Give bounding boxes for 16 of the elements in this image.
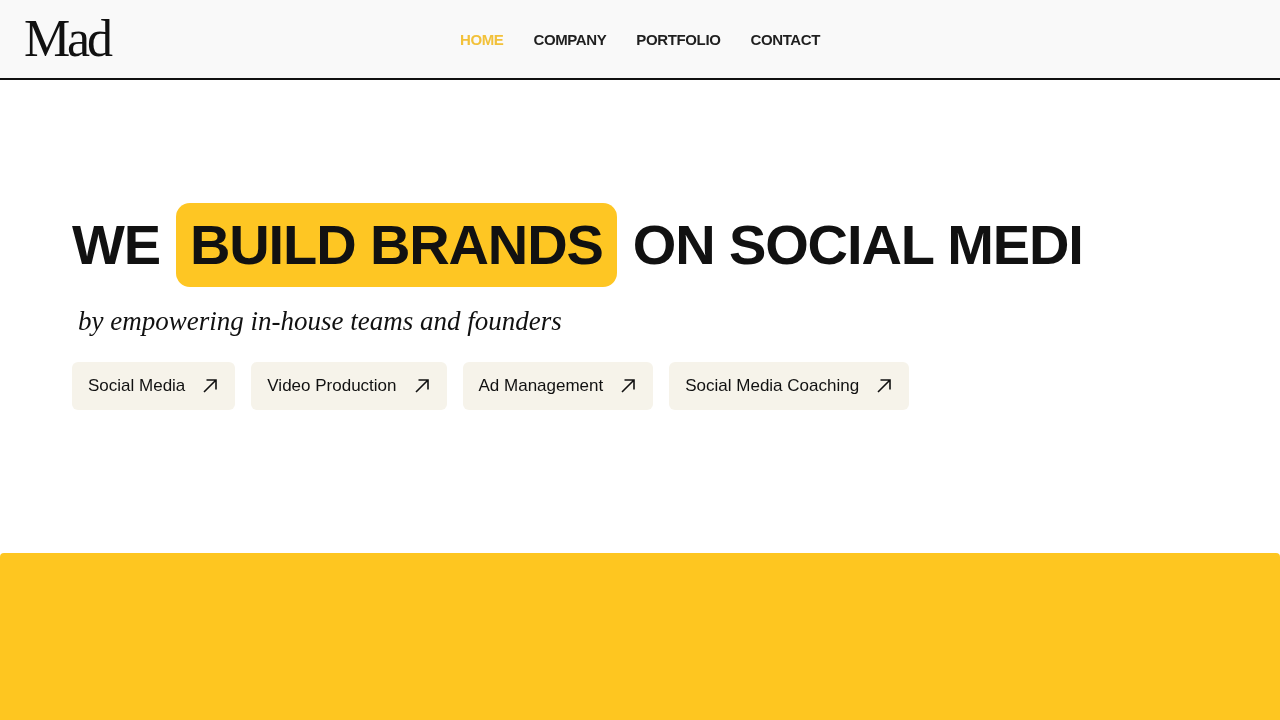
arrow-up-right-icon <box>877 379 892 393</box>
headline-highlight: BUILD BRANDS <box>175 203 617 287</box>
service-button[interactable]: Video Production <box>251 362 447 410</box>
service-button[interactable]: Ad Management <box>462 362 654 410</box>
headline-text: ON SOCIAL MEDI <box>632 212 1083 278</box>
service-button[interactable]: Social Media <box>72 362 236 410</box>
service-button[interactable]: Social Media Coaching <box>669 362 910 410</box>
nav-link[interactable]: PORTFOLIO <box>636 31 721 47</box>
arrow-up-right-icon <box>203 379 218 393</box>
tagline-text: by empowering in-house teams and founders <box>78 305 562 338</box>
nav-link[interactable]: CONTACT <box>750 31 821 47</box>
arrow-up-right-icon <box>621 379 636 393</box>
arrow-up-right-icon <box>414 379 429 393</box>
nav-link[interactable]: COMPANY <box>533 31 607 47</box>
logo[interactable]: Mad <box>24 13 110 65</box>
headline-text: WE <box>72 212 160 278</box>
